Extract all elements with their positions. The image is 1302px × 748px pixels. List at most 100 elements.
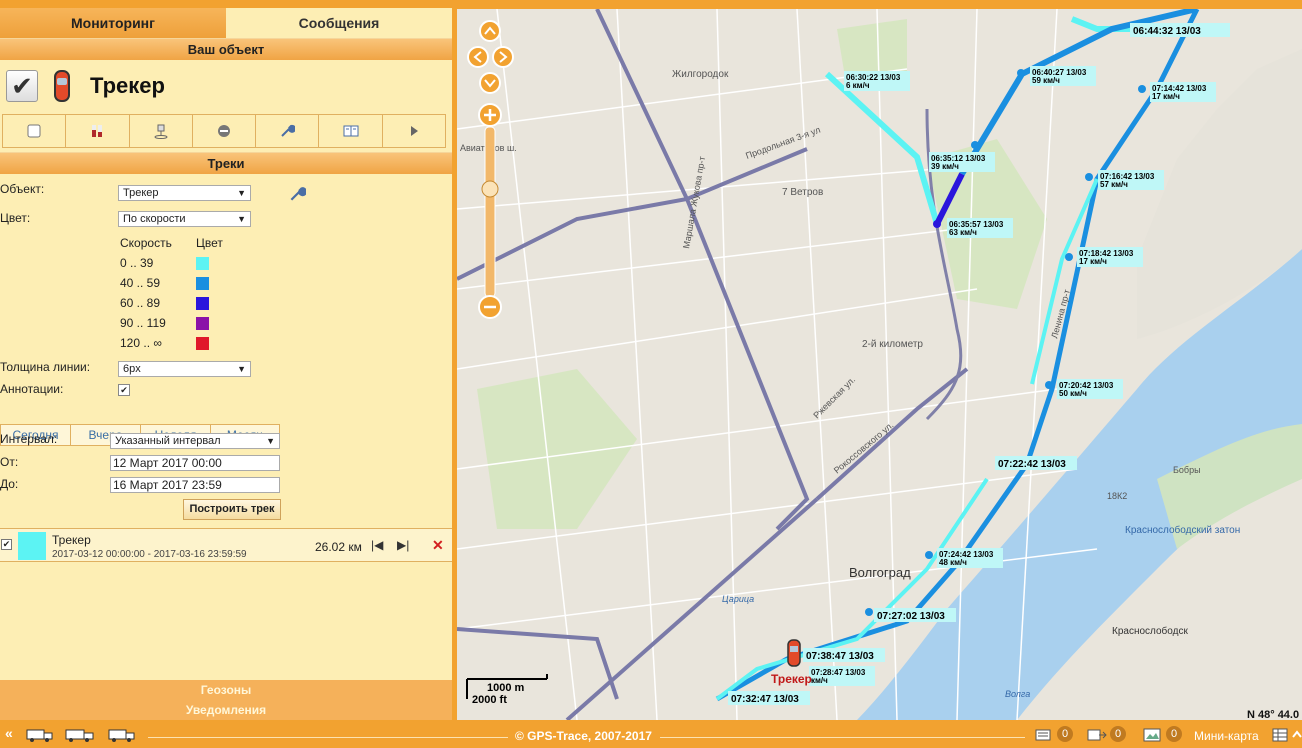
pan-right-icon[interactable] [492, 46, 514, 68]
object-select[interactable]: Трекер ▼ [118, 185, 251, 201]
annotation-4: 06:35:12 13/0339 км/ч [929, 152, 995, 172]
tab-monitoring[interactable]: Мониторинг [0, 8, 226, 38]
wrench-icon [281, 124, 296, 137]
select-tool-button[interactable] [3, 115, 67, 147]
zoom-slider-track[interactable] [484, 126, 496, 298]
track-name: Трекер [52, 533, 91, 547]
footer-bar: « © GPS-Trace, 2007-2017 0 0 0 Мини-карт… [0, 720, 1302, 748]
to-date-input[interactable]: 16 Март 2017 23:59 [110, 477, 280, 493]
from-label: От: [0, 455, 19, 469]
svg-text:48 км/ч: 48 км/ч [939, 558, 967, 567]
skip-back-icon[interactable]: |◀ [371, 538, 383, 552]
layers-icon[interactable] [1272, 728, 1288, 742]
chevron-down-icon: ▼ [237, 364, 246, 374]
minus-circle-icon [217, 125, 230, 137]
location-button[interactable] [129, 115, 193, 147]
footer-divider [148, 737, 508, 738]
speed-range-2: 60 .. 89 [120, 296, 161, 310]
object-row: ✔ Трекер [0, 60, 452, 112]
images-icon[interactable] [1143, 728, 1161, 742]
info-button[interactable] [319, 115, 383, 147]
images-count-badge: 0 [1166, 726, 1182, 742]
minimap-toggle[interactable]: Мини-карта [1194, 729, 1259, 743]
annotation-6: 06:35:57 13/0363 км/ч [947, 218, 1013, 238]
map-view[interactable]: 1000 m 2000 ft 06:44:32 13/03 06:30:22 1… [457, 9, 1302, 720]
object-select-value: Трекер [123, 187, 159, 199]
track-list-item[interactable]: ✔ Трекер 2017-03-12 00:00:00 - 2017-03-1… [0, 528, 452, 562]
speed-range-4: 120 .. ∞ [120, 336, 162, 350]
svg-text:07:22:42 13/03: 07:22:42 13/03 [998, 459, 1066, 470]
annotation-10: 07:24:42 13/0348 км/ч [937, 548, 1003, 568]
pan-left-icon[interactable] [467, 46, 489, 68]
interval-label: Интервал: [0, 432, 58, 446]
annotations-checkbox[interactable]: ✔ [118, 384, 130, 396]
interval-value: Указанный интервал [115, 435, 221, 447]
from-date-input[interactable]: 12 Март 2017 00:00 [110, 455, 280, 471]
delete-track-icon[interactable]: ✕ [432, 537, 444, 554]
settings-button[interactable] [256, 115, 320, 147]
interval-select[interactable]: Указанный интервал ▼ [110, 433, 280, 449]
object-select-checkbox[interactable]: ✔ [6, 70, 38, 102]
street-label: Прoдольная 3-я ул [744, 125, 821, 161]
line-width-value: 6px [123, 363, 141, 375]
scale-bar: 1000 m 2000 ft [466, 674, 548, 706]
collapse-icon[interactable]: « [5, 725, 13, 741]
track-visible-checkbox[interactable]: ✔ [1, 539, 12, 550]
annotation-5: 07:16:42 13/0357 км/ч [1098, 170, 1164, 190]
commands-count-badge: 0 [1110, 726, 1126, 742]
coordinates-readout: N 48° 44.0 [1247, 709, 1299, 720]
svg-text:6 км/ч: 6 км/ч [846, 81, 870, 90]
zoom-slider-handle[interactable] [481, 180, 499, 198]
svg-text:50 км/ч: 50 км/ч [1059, 389, 1087, 398]
annotation-3: 07:14:42 13/0317 км/ч [1150, 82, 1216, 102]
messages-icon[interactable] [1035, 729, 1051, 741]
copyright: © GPS-Trace, 2007-2017 [515, 729, 652, 743]
commands-icon[interactable] [1087, 728, 1107, 742]
build-track-button[interactable]: Построить трек [183, 499, 281, 520]
tab-messages[interactable]: Сообщения [226, 8, 452, 38]
speed-range-3: 90 .. 119 [120, 316, 166, 330]
annotation-13: 07:28:47 13/03км/ч [809, 666, 875, 686]
play-button[interactable] [382, 115, 445, 147]
square-icon [27, 124, 41, 138]
place-label: Бобры [1173, 465, 1201, 475]
object-settings-icon[interactable] [288, 184, 306, 202]
svg-text:17 км/ч: 17 км/ч [1152, 92, 1180, 101]
svg-text:17 км/ч: 17 км/ч [1079, 257, 1107, 266]
svg-text:06:44:32 13/03: 06:44:32 13/03 [1133, 26, 1201, 37]
pin-icon [154, 124, 168, 139]
skip-forward-icon[interactable]: ▶| [397, 538, 409, 552]
chevron-up-icon[interactable] [1292, 728, 1302, 742]
chevron-down-icon: ▼ [237, 214, 246, 224]
truck-arrow-icon[interactable] [108, 727, 138, 743]
map-canvas[interactable]: 1000 m 2000 ft 06:44:32 13/03 06:30:22 1… [457, 9, 1302, 720]
annotations-label: Аннотации: [0, 382, 64, 396]
annotation-1: 06:30:22 13/036 км/ч [844, 71, 910, 91]
geozones-link[interactable]: Геозоны [0, 680, 452, 700]
place-label: 18К2 [1107, 491, 1127, 501]
pan-up-icon[interactable] [479, 20, 501, 42]
chevron-down-icon: ▼ [266, 436, 275, 446]
stop-button[interactable] [192, 115, 257, 147]
chevron-down-icon: ▼ [237, 188, 246, 198]
truck-icon[interactable] [26, 727, 54, 743]
pan-down-icon[interactable] [479, 72, 501, 94]
color-select[interactable]: По скорости ▼ [118, 211, 251, 227]
sensors-button[interactable] [66, 115, 130, 147]
track-color-swatch[interactable] [18, 532, 46, 560]
object-label: Объект: [0, 182, 45, 196]
scale-imperial: 2000 ft [472, 694, 507, 706]
line-width-select[interactable]: 6px ▼ [118, 361, 251, 377]
annotation-12: 07:38:47 13/03 [803, 648, 885, 662]
annotation-0: 06:44:32 13/03 [1130, 23, 1230, 37]
object-toolbar [2, 114, 446, 148]
svg-text:км/ч: км/ч [811, 676, 828, 685]
speed-range-1: 40 .. 59 [120, 276, 161, 290]
car-icon [54, 70, 70, 102]
tracks-section-title: Треки [0, 152, 452, 174]
named-truck-icon[interactable] [65, 727, 95, 743]
place-label: Волга [1005, 689, 1030, 699]
speed-swatch-0 [196, 257, 209, 270]
notifications-link[interactable]: Уведомления [0, 700, 452, 720]
tab-bar: Мониторинг Сообщения [0, 0, 452, 38]
